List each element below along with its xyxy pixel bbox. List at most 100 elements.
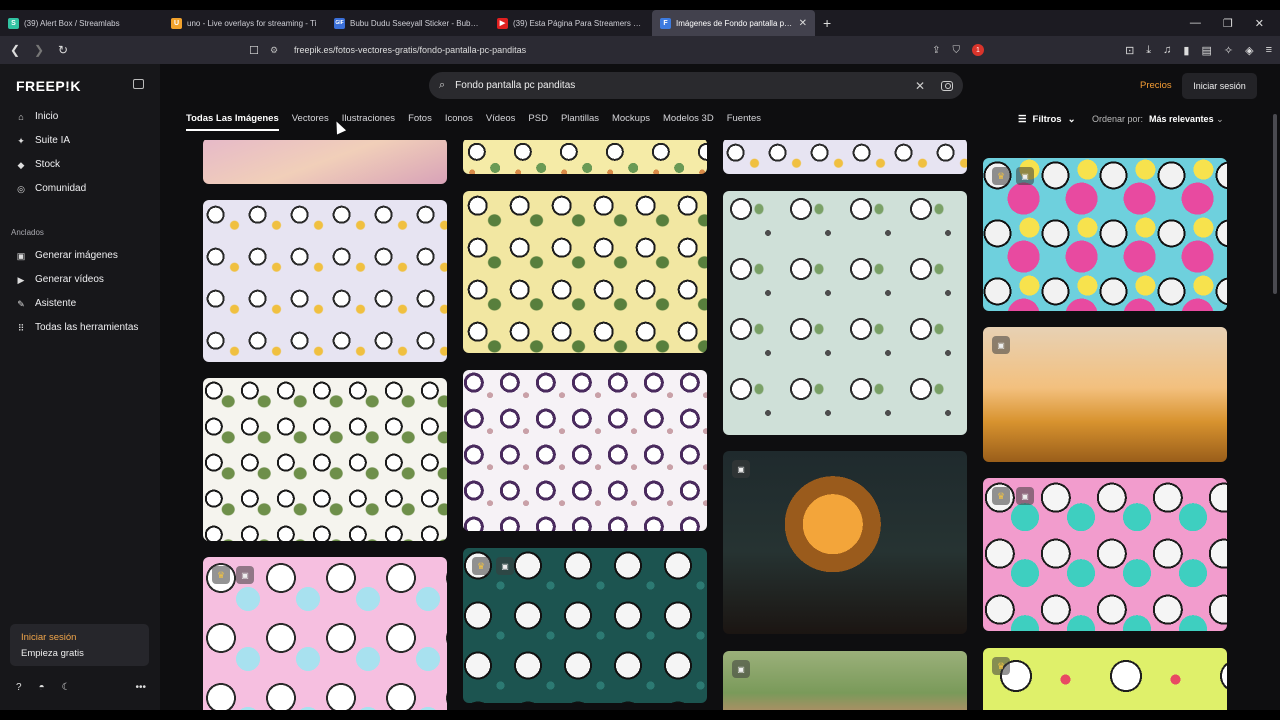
globe-icon: ◎ <box>17 183 25 194</box>
chevron-down-icon: ⌄ <box>1067 114 1076 125</box>
tab-vectores[interactable]: Vectores <box>292 113 329 131</box>
toolbar-actions: ⊡ ⤓ ♫ ▮ ▤ ✧ ◈ ≡ <box>1125 36 1272 64</box>
tab-modelos-3d[interactable]: Modelos 3D <box>663 113 714 131</box>
close-window-icon[interactable]: ✕ <box>1255 17 1264 30</box>
music-icon[interactable]: ♫ <box>1163 44 1171 56</box>
search-input[interactable]: Fondo pantalla pc panditas <box>455 80 575 91</box>
tab-plantillas[interactable]: Plantillas <box>561 113 599 131</box>
tab-psd[interactable]: PSD <box>528 113 548 131</box>
image-result[interactable]: ♛ <box>983 648 1227 710</box>
image-result[interactable]: ♛ ▣ <box>983 158 1227 311</box>
tab-todas[interactable]: Todas Las Imágenes <box>186 113 279 131</box>
window-controls: — ❐ ✕ <box>1190 10 1280 36</box>
tab-mockups[interactable]: Mockups <box>612 113 650 131</box>
tab-videos[interactable]: Vídeos <box>486 113 516 131</box>
filters-button[interactable]: ☰ Filtros ⌄ <box>1018 114 1076 125</box>
restore-icon[interactable]: ❐ <box>1223 17 1233 30</box>
sidebar-item-todas-herramientas[interactable]: ⠿ Todas las herramientas <box>16 322 139 333</box>
camera-search-icon[interactable] <box>941 80 953 91</box>
image-result[interactable] <box>203 200 447 362</box>
grid-icon: ⠿ <box>17 322 25 333</box>
discord-icon[interactable]: ◓ <box>39 682 45 693</box>
tab-fuentes[interactable]: Fuentes <box>727 113 761 131</box>
image-result[interactable] <box>463 370 707 531</box>
freepik-logo[interactable]: FREEP!K <box>16 78 81 94</box>
sidebar-item-asistente[interactable]: ✎ Asistente <box>16 298 76 309</box>
image-result[interactable]: ♛ ▣ <box>203 557 447 710</box>
new-tab-icon[interactable]: + <box>823 15 831 31</box>
browser-tab-3[interactable]: ▶ (39) Esta Página Para Streamers Debe <box>489 10 652 36</box>
browser-tab-2[interactable]: GIF Bubu Dudu Sseeyall Sticker - Bubu d <box>326 10 489 36</box>
browser-tab-0[interactable]: S (39) Alert Box / Streamlabs <box>0 10 163 36</box>
premium-crown-icon: ♛ <box>992 487 1010 505</box>
sidebar-item-label: Stock <box>35 159 61 170</box>
image-result[interactable] <box>463 191 707 353</box>
ai-icon[interactable]: ✧ <box>1224 44 1233 57</box>
address-bar[interactable]: ☐ ⚙ freepik.es/fotos-vectores-gratis/fon… <box>244 39 994 61</box>
extension-badge[interactable]: 1 <box>972 44 984 56</box>
share-icon[interactable]: ⇪ <box>932 45 940 56</box>
login-card-title[interactable]: Iniciar sesión <box>21 632 138 643</box>
image-grid: ♛ ▣ ♛ ▣ ▣ ▣ ♛ ▣ ▣ ♛ ▣ ♛ <box>160 140 1270 710</box>
signin-button[interactable]: Iniciar sesión <box>1182 73 1257 99</box>
sidebar-item-stock[interactable]: ◆ Stock <box>16 159 60 170</box>
pricing-link[interactable]: Precios <box>1140 80 1172 91</box>
close-tab-icon[interactable]: ✕ <box>799 18 807 29</box>
sidebar-item-label: Generar imágenes <box>35 250 118 261</box>
ai-generated-icon: ▣ <box>992 336 1010 354</box>
tab-title: (39) Alert Box / Streamlabs <box>24 18 120 28</box>
reload-icon[interactable]: ↻ <box>54 43 72 57</box>
back-icon[interactable]: ❮ <box>6 43 24 57</box>
image-result[interactable] <box>723 140 967 174</box>
sidebar-item-comunidad[interactable]: ◎ Comunidad <box>16 183 86 194</box>
sidebar-item-inicio[interactable]: ⌂ Inicio <box>16 111 58 122</box>
sidebar-item-generar-imagenes[interactable]: ▣ Generar imágenes <box>16 250 118 261</box>
url-text[interactable]: freepik.es/fotos-vectores-gratis/fondo-p… <box>294 45 932 55</box>
login-card[interactable]: Iniciar sesión Empieza gratis <box>10 624 149 666</box>
collapse-sidebar-icon[interactable] <box>133 79 144 89</box>
wallet-icon[interactable]: ▤ <box>1201 44 1211 57</box>
image-result[interactable] <box>203 140 447 184</box>
image-result[interactable]: ▣ <box>983 327 1227 462</box>
bookmark-icon[interactable]: ☐ <box>244 44 264 57</box>
dark-mode-icon[interactable]: ☾ <box>62 682 71 693</box>
sidebar-item-suite-ia[interactable]: ✦ Suite IA <box>16 135 70 146</box>
ai-generated-icon: ▣ <box>1016 487 1034 505</box>
download-icon[interactable]: ⤓ <box>1146 44 1151 57</box>
tab-favicon-icon: F <box>660 17 671 29</box>
tab-fotos[interactable]: Fotos <box>408 113 432 131</box>
menu-icon[interactable]: ≡ <box>1266 44 1272 56</box>
browser-tab-4[interactable]: F Imágenes de Fondo pantalla pc p ✕ <box>652 10 815 36</box>
search-bar[interactable]: ⌕ Fondo pantalla pc panditas ✕ <box>429 72 963 99</box>
browser-tab-1[interactable]: Uuno - Live overlays for streaming - Ti <box>163 10 326 36</box>
image-result[interactable]: ♛ ▣ <box>983 478 1227 631</box>
stock-icon: ◆ <box>17 159 25 170</box>
main-content: ⌕ Fondo pantalla pc panditas ✕ Precios I… <box>160 64 1270 710</box>
sort-dropdown[interactable]: Ordenar por: Más relevantes ⌄ <box>1092 114 1224 125</box>
clear-search-icon[interactable]: ✕ <box>915 79 925 93</box>
vpn-icon[interactable]: ◈ <box>1245 44 1253 57</box>
tab-iconos[interactable]: Iconos <box>445 113 473 131</box>
image-result[interactable] <box>203 378 447 541</box>
sidebar-icon[interactable]: ▮ <box>1183 44 1189 57</box>
scrollbar[interactable] <box>1270 64 1280 710</box>
image-result[interactable] <box>723 191 967 435</box>
image-result[interactable] <box>463 140 707 174</box>
premium-crown-icon: ♛ <box>992 657 1010 675</box>
shield-icon[interactable]: ⛉ <box>953 45 961 56</box>
image-result[interactable]: ♛ ▣ <box>463 548 707 703</box>
image-result[interactable]: ▣ <box>723 651 967 710</box>
forward-icon[interactable]: ❯ <box>30 43 48 57</box>
image-result[interactable]: ▣ <box>723 451 967 634</box>
minimize-icon[interactable]: — <box>1190 17 1201 29</box>
sidebar-item-generar-videos[interactable]: ▶ Generar vídeos <box>16 274 104 285</box>
scrollbar-thumb[interactable] <box>1273 114 1277 294</box>
content-type-tabs: Todas Las Imágenes Vectores Ilustracione… <box>186 113 774 131</box>
tab-ilustraciones[interactable]: Ilustraciones <box>342 113 395 131</box>
help-icon[interactable]: ? <box>16 682 22 693</box>
sidebar-item-label: Todas las herramientas <box>35 322 139 333</box>
translate-icon[interactable]: ⊡ <box>1125 44 1134 57</box>
sidebar-item-label: Suite IA <box>35 135 71 146</box>
more-icon[interactable]: ••• <box>135 682 146 693</box>
site-info-icon[interactable]: ⚙ <box>270 45 284 56</box>
